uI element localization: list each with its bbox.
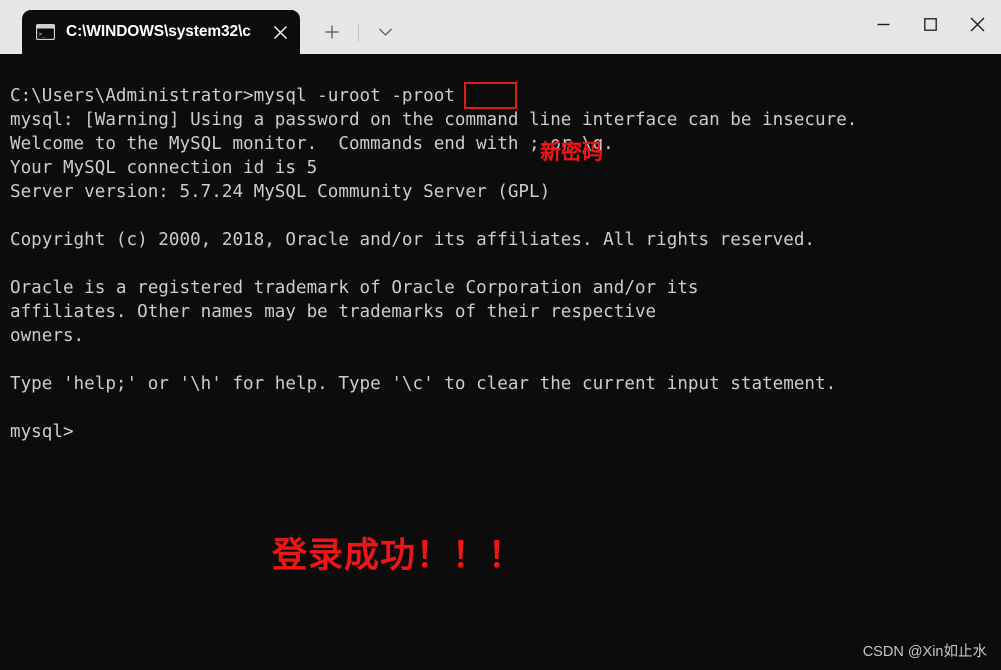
terminal-line: Copyright (c) 2000, 2018, Oracle and/or …: [10, 230, 816, 250]
minimize-icon: [877, 23, 890, 25]
terminal-line: affiliates. Other names may be trademark…: [10, 302, 657, 322]
terminal-line: mysql>: [10, 422, 74, 442]
terminal-line: Welcome to the MySQL monitor. Commands e…: [10, 134, 614, 154]
tab-title: C:\WINDOWS\system32\c: [66, 23, 251, 40]
terminal-output: C:\Users\Administrator>mysql -uroot -pro…: [10, 84, 857, 444]
terminal-line: C:\Users\Administrator>mysql -uroot -pro…: [10, 86, 455, 106]
terminal-line: Oracle is a registered trademark of Orac…: [10, 278, 699, 298]
tab-strip: >_ C:\WINDOWS\system32\c: [0, 0, 403, 54]
close-icon: [970, 17, 985, 31]
svg-text:>_: >_: [39, 31, 47, 38]
maximize-icon: [924, 17, 937, 31]
tab-dropdown-button[interactable]: [367, 10, 403, 54]
chevron-down-icon: [378, 28, 392, 36]
terminal-line: Your MySQL connection id is 5: [10, 158, 318, 178]
close-button[interactable]: [954, 0, 1001, 48]
terminal-line: mysql: [Warning] Using a password on the…: [10, 110, 858, 130]
plus-icon: [325, 25, 339, 39]
terminal-line: Server version: 5.7.24 MySQL Community S…: [10, 182, 551, 202]
terminal-line: owners.: [10, 326, 85, 346]
minimize-button[interactable]: [860, 0, 907, 48]
desktop-arc-bottom-right: [960, 633, 1001, 670]
terminal-line: Type 'help;' or '\h' for help. Type '\c'…: [10, 374, 837, 394]
window-controls: [860, 0, 1001, 48]
new-tab-button[interactable]: [314, 10, 350, 54]
terminal-body[interactable]: C:\Users\Administrator>mysql -uroot -pro…: [0, 54, 1001, 670]
title-bar: >_ C:\WINDOWS\system32\c: [0, 0, 1001, 54]
tab-close-icon[interactable]: [264, 16, 296, 48]
tab-strip-divider: [358, 24, 359, 42]
maximize-button[interactable]: [907, 0, 954, 48]
terminal-window: >_ C:\WINDOWS\system32\c C:\Users\Admini…: [0, 0, 1001, 670]
console-icon: >_: [35, 23, 56, 41]
annotation-new-password: 新密码: [540, 140, 603, 164]
annotation-login-success: 登录成功！！！: [272, 536, 525, 576]
tab-console[interactable]: >_ C:\WINDOWS\system32\c: [22, 10, 300, 54]
